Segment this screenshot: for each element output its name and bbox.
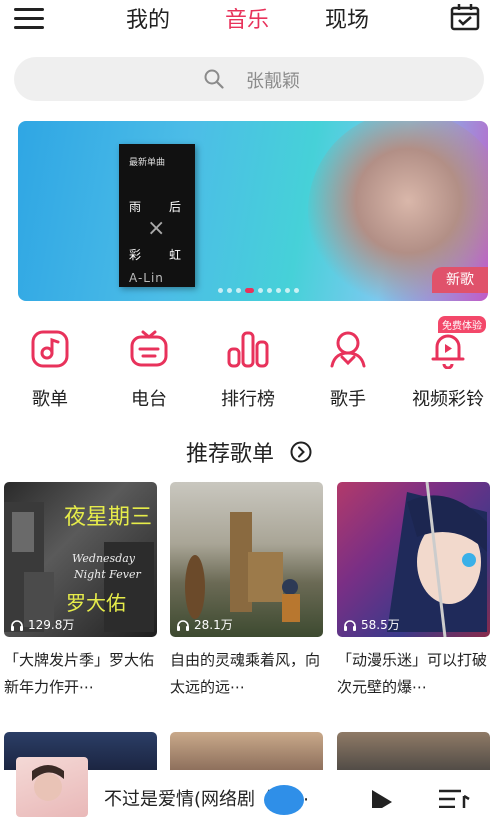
category-charts[interactable]: 排行榜 [208,329,288,411]
cover-art: 夜星期三 Wednesday Night Fever 罗大佑 [4,502,154,632]
headphone-icon [344,619,356,631]
search-placeholder: 张靓颖 [246,71,300,92]
tab-live[interactable]: 现场 [325,2,369,34]
category-label: 歌单 [32,389,68,410]
chart-icon [227,331,269,368]
singer-icon [330,331,366,368]
playlist-card[interactable]: 58.5万 「动漫乐迷」可以打破次元壁的爆⋯ [337,482,490,701]
carousel-dot[interactable] [218,288,223,293]
svg-text:Wednesday: Wednesday [72,552,136,565]
category-playlist[interactable]: 歌单 [10,329,90,411]
carousel-dot[interactable] [285,288,290,293]
playlist-title: 「动漫乐迷」可以打破次元壁的爆⋯ [337,651,488,696]
cover-art [387,482,487,637]
ringtone-icon [431,334,465,369]
search-icon [204,69,224,89]
play-count-value: 129.8万 [28,618,75,632]
carousel-dot[interactable] [245,288,254,293]
search-bar[interactable]: 张靓颖 [14,57,484,101]
play-count-value: 28.1万 [194,618,233,632]
cover-art [32,765,64,801]
headphone-icon [177,619,189,631]
touch-indicator [264,785,304,815]
playlist-cover: 58.5万 [337,482,490,637]
now-playing-cover [16,757,88,817]
carousel-dot[interactable] [227,288,232,293]
tab-music[interactable]: 音乐 [225,2,269,34]
category-label: 排行榜 [221,389,275,410]
svg-text:Night Fever: Night Fever [73,568,141,581]
album-title-char: 后 [169,200,182,214]
playlist-cover: 夜星期三 Wednesday Night Fever 罗大佑 129.8万 [4,482,157,637]
carousel-dot[interactable] [276,288,281,293]
play-count: 58.5万 [343,616,400,633]
album-title-char: 彩 [129,248,142,262]
promo-banner[interactable]: 最新单曲 雨 后 × 彩 虹 A-Lin 新歌 [18,121,488,301]
category-video-ringtone[interactable]: 视频彩铃 [402,329,494,411]
album-title-char: 虹 [169,248,182,262]
cover-text: 夜星期三 [64,505,152,530]
album-artist: A-Lin [129,271,164,285]
play-count: 28.1万 [176,616,233,633]
menu-icon[interactable] [14,5,44,31]
play-icon[interactable] [368,788,396,808]
playlist-cover-partial[interactable] [170,732,323,772]
play-count-value: 58.5万 [361,618,400,632]
playlist-card[interactable]: 夜星期三 Wednesday Night Fever 罗大佑 129.8万 「大… [4,482,157,701]
category-label: 电台 [131,389,167,410]
tab-mine[interactable]: 我的 [126,2,170,34]
free-trial-badge: 免费体验 [438,316,486,333]
album-cross: × [147,216,166,241]
carousel-dot[interactable] [294,288,299,293]
radio-icon [130,330,168,367]
playlist-queue-icon[interactable] [437,788,471,808]
section-title[interactable]: 推荐歌单 [186,436,274,468]
new-song-badge: 新歌 [432,267,488,293]
playlist-icon [31,330,69,368]
carousel-dot[interactable] [267,288,272,293]
chevron-right-circle-icon[interactable] [290,441,312,463]
carousel-dot[interactable] [236,288,241,293]
category-label: 歌手 [330,389,366,410]
top-nav: 我的 音乐 现场 [0,0,495,40]
carousel-dot[interactable] [258,288,263,293]
category-radio[interactable]: 电台 [109,329,189,411]
playlist-cover: 28.1万 [170,482,323,637]
play-count: 129.8万 [10,616,74,633]
cover-art [185,512,300,622]
album-cover: 最新单曲 雨 后 × 彩 虹 A-Lin [119,144,195,287]
headphone-icon [11,619,23,631]
svg-text:罗大佑: 罗大佑 [66,591,126,615]
calendar-check-icon[interactable] [450,3,480,31]
playlist-cover-partial[interactable] [337,732,490,772]
category-singers[interactable]: 歌手 [308,329,388,411]
playlist-card[interactable]: 28.1万 自由的灵魂乘着风，向太远的远⋯ [170,482,323,701]
playlist-title: 自由的灵魂乘着风，向太远的远⋯ [170,651,321,696]
album-subtitle: 最新单曲 [129,158,166,168]
album-title-char: 雨 [129,200,142,214]
playlist-title: 「大牌发片季」罗大佑新年力作开⋯ [4,651,155,696]
mini-player[interactable]: 不过是爱情(网络剧《独⋯ [0,757,495,817]
now-playing-title: 不过是爱情(网络剧《独⋯ [104,789,310,810]
category-label: 视频彩铃 [412,389,484,410]
